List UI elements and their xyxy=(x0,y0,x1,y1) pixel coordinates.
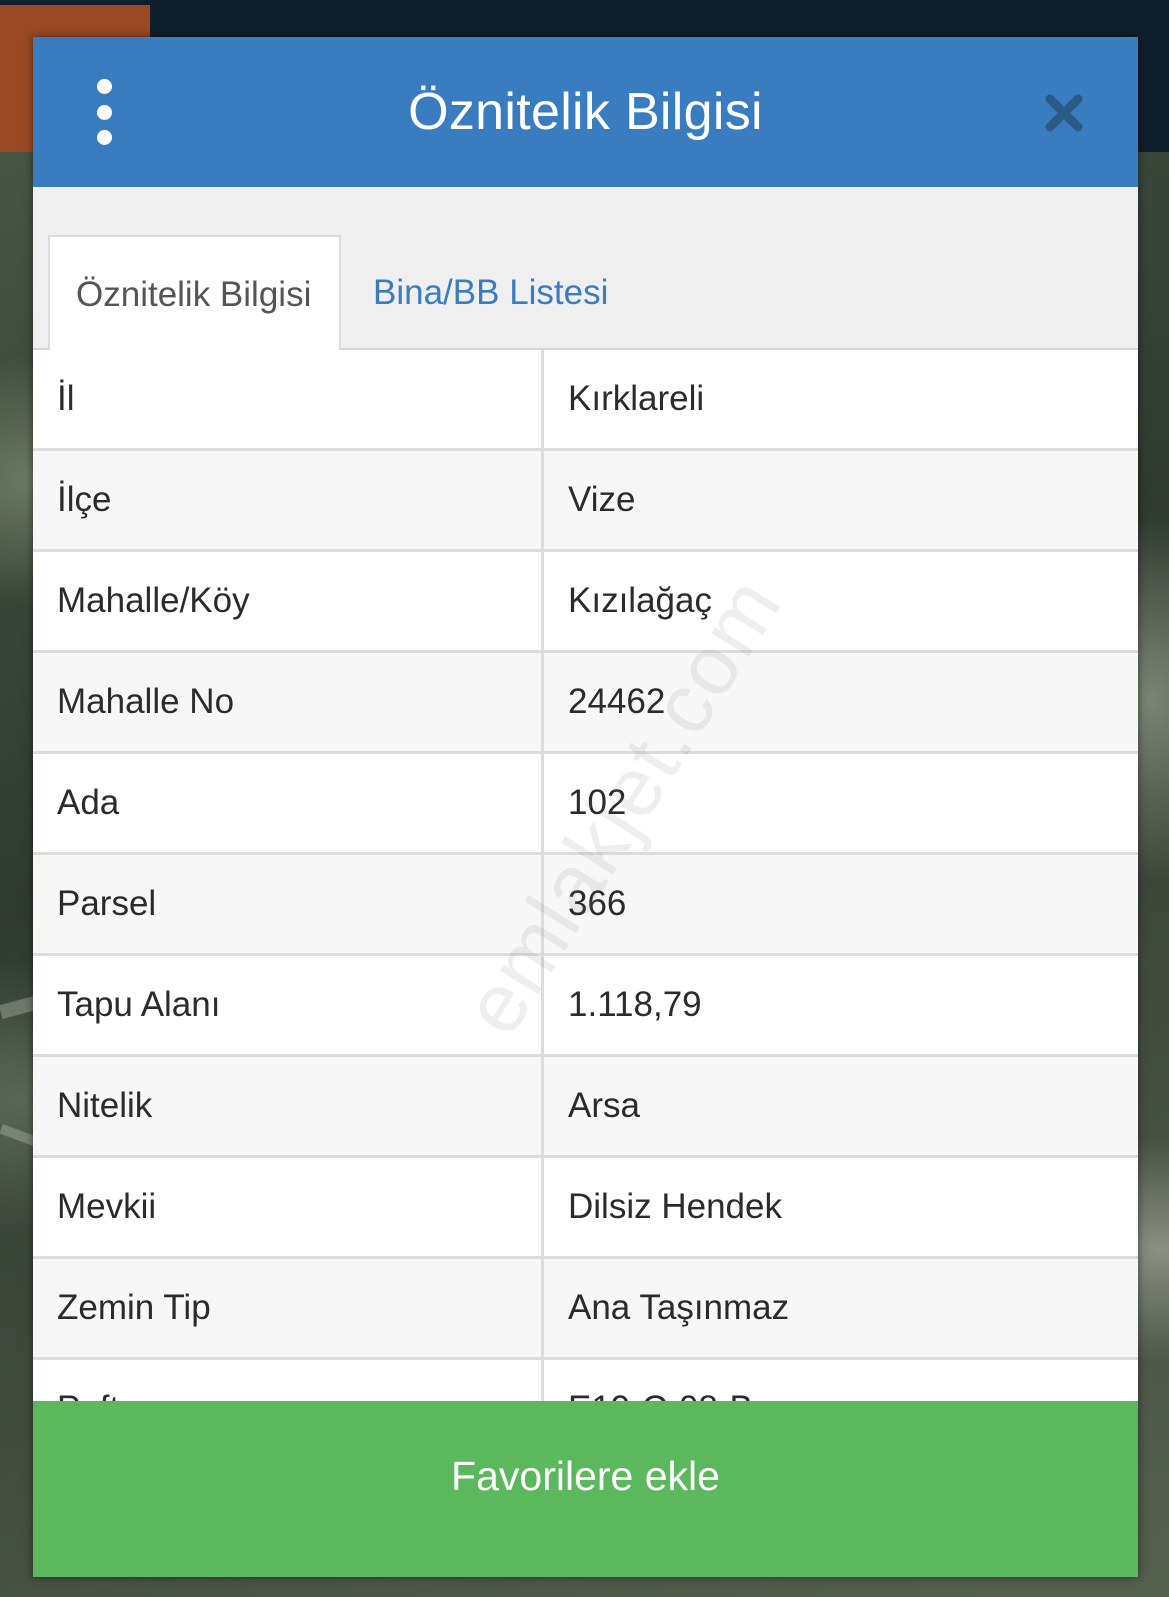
attribute-value: Dilsiz Hendek xyxy=(568,1187,782,1226)
menu-dot xyxy=(96,130,112,145)
attribute-table: İl Kırklareli İlçe Vize Mahalle/Köy Kızı… xyxy=(33,350,1138,1461)
tab-bar: Öznitelik Bilgisi Bina/BB Listesi xyxy=(33,187,1138,352)
attribute-value: 1.118,79 xyxy=(568,985,702,1024)
attribute-value: Kızılağaç xyxy=(568,581,712,620)
table-row: Mevkii Dilsiz Hendek xyxy=(33,1158,1138,1259)
more-options-icon[interactable] xyxy=(85,79,123,145)
attribute-value: Ana Taşınmaz xyxy=(568,1288,790,1327)
attribute-value: Kırklareli xyxy=(568,379,705,418)
table-row: İlçe Vize xyxy=(33,451,1138,552)
table-row: İl Kırklareli xyxy=(33,350,1138,451)
attribute-key: Zemin Tip xyxy=(33,1259,544,1357)
attribute-key: Nitelik xyxy=(33,1057,544,1155)
attribute-value: Arsa xyxy=(568,1086,640,1125)
attribute-value: 24462 xyxy=(568,682,666,721)
attribute-value: Vize xyxy=(568,480,636,519)
table-row: Zemin Tip Ana Taşınmaz xyxy=(33,1259,1138,1360)
dialog-header: Öznitelik Bilgisi xyxy=(33,37,1138,187)
attribute-key: İl xyxy=(33,350,544,448)
table-row: Nitelik Arsa xyxy=(33,1057,1138,1158)
close-icon[interactable] xyxy=(1043,92,1085,134)
attribute-key: Tapu Alanı xyxy=(33,956,544,1054)
table-row: Parsel 366 xyxy=(33,855,1138,956)
table-row: Mahalle/Köy Kızılağaç xyxy=(33,552,1138,653)
attribute-info-dialog: Öznitelik Bilgisi Öznitelik Bilgisi Bina… xyxy=(33,37,1138,1577)
attribute-key: İlçe xyxy=(33,451,544,549)
table-row: Ada 102 xyxy=(33,754,1138,855)
menu-dot xyxy=(96,104,112,120)
add-to-favorites-button[interactable]: Favorilere ekle xyxy=(33,1401,1138,1577)
table-row: Tapu Alanı 1.118,79 xyxy=(33,956,1138,1057)
attribute-key: Mevkii xyxy=(33,1158,544,1256)
attribute-key: Parsel xyxy=(33,855,544,953)
tab-building-list[interactable]: Bina/BB Listesi xyxy=(347,235,634,350)
dialog-title: Öznitelik Bilgisi xyxy=(408,83,763,141)
tab-attribute-info[interactable]: Öznitelik Bilgisi xyxy=(48,235,341,352)
menu-dot xyxy=(96,79,112,94)
attribute-key: Mahalle No xyxy=(33,653,544,751)
table-row: Mahalle No 24462 xyxy=(33,653,1138,754)
attribute-value: 366 xyxy=(568,884,627,923)
attribute-key: Ada xyxy=(33,754,544,852)
attribute-value: 102 xyxy=(568,783,627,822)
attribute-key: Mahalle/Köy xyxy=(33,552,544,650)
